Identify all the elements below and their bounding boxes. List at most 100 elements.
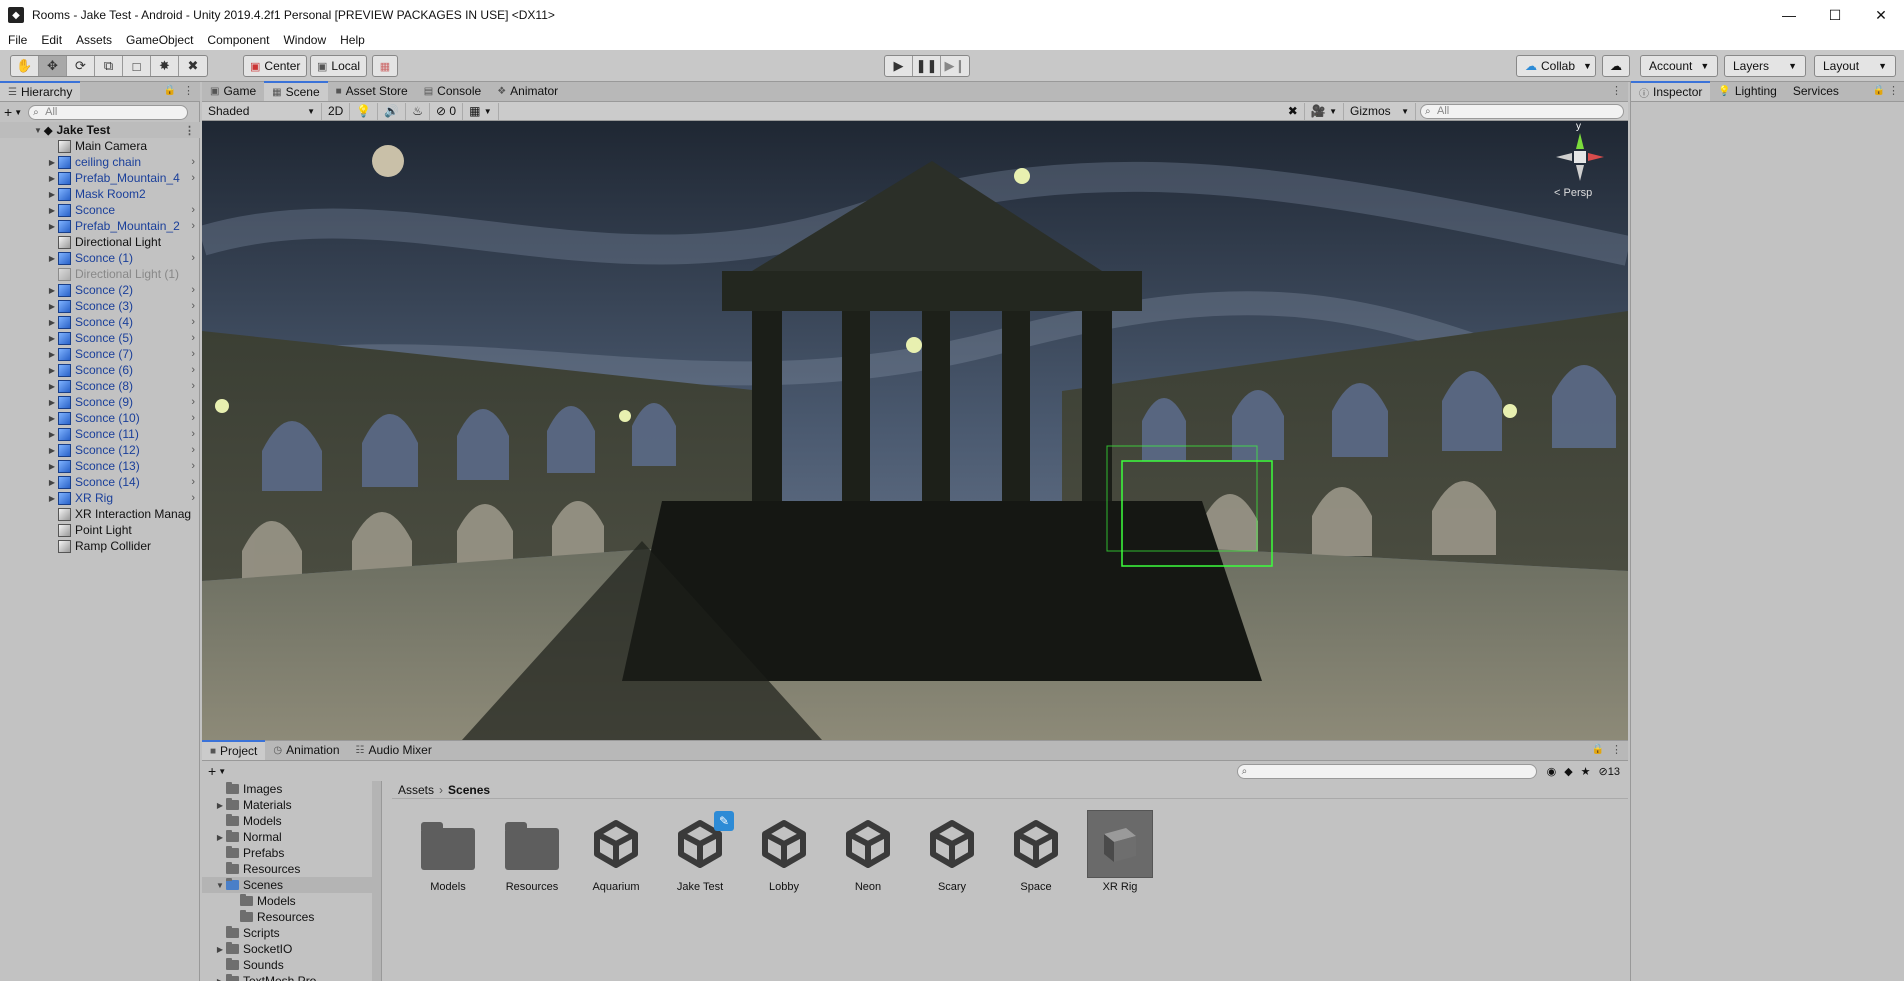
hierarchy-item[interactable]: ▶ Sconce (11) ›	[0, 426, 200, 442]
expand-arrow-icon[interactable]: ▼	[214, 881, 226, 890]
panel-menu-icon[interactable]: ⋮	[1888, 84, 1899, 97]
menu-window[interactable]: Window	[283, 33, 326, 47]
custom-tool-icon[interactable]: ✖	[179, 56, 207, 76]
asset-item[interactable]: Aquarium	[574, 811, 658, 893]
chevron-right-icon[interactable]: ›	[191, 332, 195, 344]
chevron-right-icon[interactable]: ›	[191, 476, 195, 488]
hierarchy-search-input[interactable]: All	[28, 104, 189, 120]
tab-scene[interactable]: ▦ Scene	[264, 81, 328, 101]
hierarchy-item[interactable]: ▶ Sconce ›	[0, 202, 200, 218]
expand-arrow-icon[interactable]: ▶	[46, 190, 58, 199]
project-folder-item[interactable]: Models	[202, 893, 381, 909]
chevron-right-icon[interactable]: ›	[191, 444, 195, 456]
layout-dropdown[interactable]: Layout ▼	[1814, 55, 1896, 77]
project-folder-item[interactable]: ▶ TextMesh Pro	[202, 973, 381, 981]
chevron-down-icon[interactable]: ▼	[14, 108, 22, 117]
hierarchy-item[interactable]: ▶ Sconce (14) ›	[0, 474, 200, 490]
chevron-right-icon[interactable]: ›	[191, 460, 195, 472]
hierarchy-item[interactable]: ▶ Prefab_Mountain_4 ›	[0, 170, 200, 186]
account-dropdown[interactable]: Account ▼	[1640, 55, 1718, 77]
expand-arrow-icon[interactable]: ▶	[214, 833, 226, 842]
hierarchy-item[interactable]: ▶ Prefab_Mountain_2 ›	[0, 218, 200, 234]
asset-item[interactable]: Lobby	[742, 811, 826, 893]
breadcrumb-assets[interactable]: Assets	[398, 783, 434, 797]
hierarchy-item[interactable]: XR Interaction Manag	[0, 506, 200, 522]
expand-arrow-icon[interactable]: ▶	[214, 945, 226, 954]
asset-item[interactable]: ✎ Jake Test	[658, 811, 742, 893]
asset-item[interactable]: XR Rig	[1078, 810, 1162, 893]
move-tool-icon[interactable]: ✥	[39, 56, 67, 76]
tab-animation[interactable]: ◷ Animation	[265, 740, 347, 760]
expand-arrow-icon[interactable]: ▶	[46, 318, 58, 327]
tab-audio-mixer[interactable]: ☷ Audio Mixer	[348, 740, 440, 760]
hierarchy-item[interactable]: ▶ Sconce (2) ›	[0, 282, 200, 298]
project-folder-item[interactable]: Resources	[202, 861, 381, 877]
chevron-right-icon[interactable]: ›	[191, 316, 195, 328]
chevron-right-icon[interactable]: ›	[191, 364, 195, 376]
hierarchy-item[interactable]: Directional Light (1)	[0, 266, 200, 282]
chevron-right-icon[interactable]: ›	[191, 396, 195, 408]
expand-arrow-icon[interactable]: ▶	[46, 254, 58, 263]
hierarchy-item[interactable]: Directional Light	[0, 234, 200, 250]
hierarchy-item[interactable]: ▶ Sconce (13) ›	[0, 458, 200, 474]
orientation-gizmo[interactable]: y < Persp	[1550, 121, 1610, 199]
expand-arrow-icon[interactable]: ▼	[32, 126, 44, 135]
chevron-right-icon[interactable]: ›	[191, 220, 195, 232]
chevron-right-icon[interactable]: ›	[191, 204, 195, 216]
chevron-right-icon[interactable]: ›	[191, 428, 195, 440]
project-folder-item[interactable]: Resources	[202, 909, 381, 925]
grid-snap-icon[interactable]: ▦ ▼	[463, 102, 499, 120]
snap-button[interactable]: ▦	[372, 55, 398, 77]
tab-inspector[interactable]: ⓘ Inspector	[1631, 81, 1711, 101]
hierarchy-item[interactable]: ▶ Sconce (9) ›	[0, 394, 200, 410]
create-asset-button[interactable]: +	[208, 763, 216, 779]
hierarchy-item[interactable]: ▶ XR Rig ›	[0, 490, 200, 506]
chevron-down-icon[interactable]: ▼	[218, 767, 226, 776]
chevron-right-icon[interactable]: ›	[191, 380, 195, 392]
asset-item[interactable]: Space	[994, 811, 1078, 893]
project-folder-item[interactable]: Prefabs	[202, 845, 381, 861]
expand-arrow-icon[interactable]: ▶	[46, 222, 58, 231]
minimize-button[interactable]: —	[1766, 0, 1812, 30]
tab-project[interactable]: ■ Project	[202, 740, 266, 760]
pause-icon[interactable]: ❚❚	[913, 56, 941, 76]
scene-menu-icon[interactable]: ⋮	[184, 124, 195, 137]
hierarchy-item[interactable]: ▶ Sconce (4) ›	[0, 314, 200, 330]
chevron-right-icon[interactable]: ›	[191, 156, 195, 168]
panel-menu-icon[interactable]: ⋮	[1611, 84, 1622, 97]
expand-arrow-icon[interactable]: ▶	[46, 478, 58, 487]
chevron-right-icon[interactable]: ›	[191, 172, 195, 184]
search-by-type-icon[interactable]: ◉	[1547, 765, 1557, 778]
shading-mode-dropdown[interactable]: Shaded ▼	[202, 102, 322, 120]
pivot-local-button[interactable]: ▣ Local	[310, 55, 368, 77]
asset-item[interactable]: Scary	[910, 811, 994, 893]
hierarchy-item[interactable]: ▶ Sconce (5) ›	[0, 330, 200, 346]
menu-edit[interactable]: Edit	[41, 33, 62, 47]
hierarchy-item[interactable]: ▶ Sconce (10) ›	[0, 410, 200, 426]
chevron-right-icon[interactable]: ›	[191, 300, 195, 312]
audio-toggle-icon[interactable]: 🔊	[378, 102, 407, 120]
effects-toggle-icon[interactable]: ♨	[406, 102, 431, 120]
expand-arrow-icon[interactable]: ▶	[46, 462, 58, 471]
chevron-right-icon[interactable]: ›	[191, 492, 195, 504]
project-folder-item[interactable]: ▼ Scenes	[202, 877, 381, 893]
asset-item[interactable]: Models	[406, 811, 490, 893]
tab-services[interactable]: Services	[1785, 81, 1847, 101]
hand-tool-icon[interactable]: ✋	[11, 56, 39, 76]
tab-animator[interactable]: ❖ Animator	[489, 81, 566, 101]
expand-arrow-icon[interactable]: ▶	[46, 174, 58, 183]
menu-help[interactable]: Help	[340, 33, 365, 47]
tree-scrollbar[interactable]	[372, 781, 381, 981]
projection-toggle[interactable]: < Persp	[1554, 187, 1592, 199]
hierarchy-item[interactable]: ▶ Sconce (8) ›	[0, 378, 200, 394]
layers-dropdown[interactable]: Layers ▼	[1724, 55, 1806, 77]
expand-arrow-icon[interactable]: ▶	[46, 350, 58, 359]
chevron-right-icon[interactable]: ›	[191, 348, 195, 360]
search-by-label-icon[interactable]: ◆	[1564, 765, 1572, 778]
toggle-2d-button[interactable]: 2D	[322, 102, 351, 120]
chevron-right-icon[interactable]: ›	[191, 284, 195, 296]
menu-gameobject[interactable]: GameObject	[126, 33, 193, 47]
hierarchy-item[interactable]: Main Camera	[0, 138, 200, 154]
lock-icon[interactable]: 🔒	[1592, 744, 1604, 755]
expand-arrow-icon[interactable]: ▶	[46, 430, 58, 439]
